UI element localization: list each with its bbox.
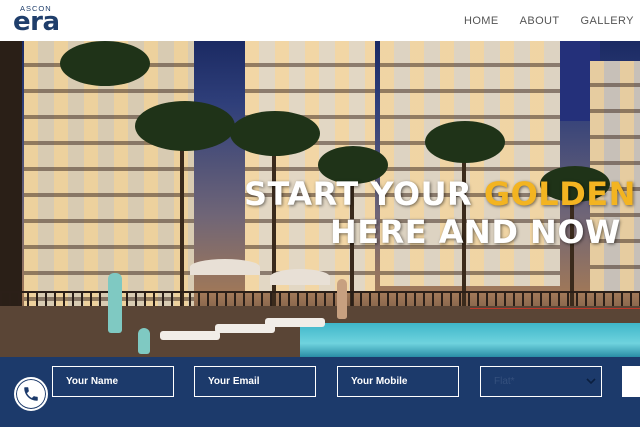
site-header: ASCON era HOME ABOUT GALLERY P <box>0 0 640 41</box>
umbrella <box>270 269 330 285</box>
chevron-down-icon <box>586 378 596 385</box>
name-input[interactable]: Your Name <box>52 366 174 397</box>
hero-headline-line2: HERE AND NOW <box>330 213 621 251</box>
logo-wordmark: era <box>13 7 60 37</box>
person <box>337 279 347 319</box>
umbrella <box>190 259 260 275</box>
palm-trunk <box>0 41 22 311</box>
main-nav: HOME ABOUT GALLERY P <box>464 0 640 41</box>
palm-fronds <box>135 101 235 151</box>
enquiry-form-bar: Your Name Your Email Your Mobile Flat* <box>0 357 640 427</box>
headline-highlight: GOLDEN <box>483 175 636 213</box>
submit-button[interactable] <box>622 366 640 397</box>
phone-icon <box>24 387 38 401</box>
mobile-input[interactable]: Your Mobile <box>337 366 459 397</box>
sun-lounger <box>160 331 220 340</box>
sun-lounger <box>265 318 325 327</box>
divider-line <box>470 308 640 309</box>
hero-banner: START YOUR GOLDEN E HERE AND NOW <box>0 41 640 357</box>
nav-home[interactable]: HOME <box>464 15 499 27</box>
headline-text: START YOUR <box>244 175 484 213</box>
headline-text: E <box>636 175 640 213</box>
child <box>138 328 150 354</box>
flat-select[interactable]: Flat* <box>480 366 602 397</box>
swimming-pool <box>300 323 640 357</box>
person <box>108 273 122 333</box>
nav-about[interactable]: ABOUT <box>520 15 560 27</box>
hero-headline-line1: START YOUR GOLDEN E <box>244 175 640 213</box>
nav-gallery[interactable]: GALLERY <box>581 15 634 27</box>
ascon-era-logo[interactable]: ASCON era <box>13 4 69 36</box>
palm-fronds <box>60 41 150 86</box>
palm-trunk <box>180 131 184 306</box>
palm-fronds <box>230 111 320 156</box>
call-button[interactable] <box>14 377 48 411</box>
email-input[interactable]: Your Email <box>194 366 316 397</box>
palm-fronds <box>425 121 505 163</box>
flat-select-value: Flat* <box>494 376 515 387</box>
